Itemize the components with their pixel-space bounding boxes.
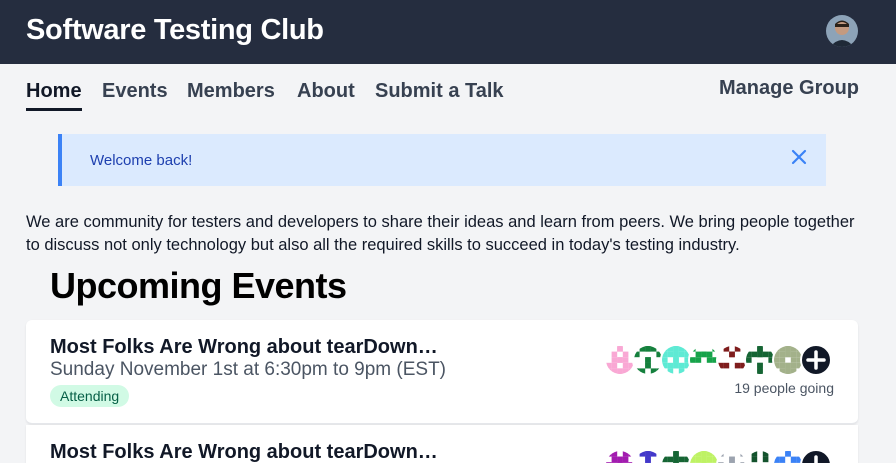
event-card[interactable]: Most Folks Are Wrong about tearDown… Sun… [26,320,858,424]
plus-icon [806,350,826,370]
attendee-avatar[interactable] [772,449,804,463]
going-count: 19 people going [734,380,834,396]
event-title[interactable]: Most Folks Are Wrong about tearDown… [50,441,438,463]
close-icon[interactable] [790,148,808,166]
attendee-avatars [604,449,836,463]
add-attendee-button[interactable] [800,449,832,463]
nav-events[interactable]: Events [102,80,168,103]
attendee-avatar[interactable] [744,449,776,463]
alert-message: Welcome back! [90,152,193,169]
event-card[interactable]: Most Folks Are Wrong about tearDown… [26,425,858,463]
attendee-avatar[interactable] [632,449,664,463]
plus-icon [814,455,818,463]
attendee-avatar[interactable] [688,449,720,463]
app-title[interactable]: Software Testing Club [26,14,324,47]
group-description: We are community for testers and develop… [26,213,855,254]
nav-members[interactable]: Members [187,80,275,103]
welcome-alert: Welcome back! [58,134,826,186]
attendee-avatar[interactable] [716,449,748,463]
event-title[interactable]: Most Folks Are Wrong about tearDown… [50,336,438,359]
user-avatar[interactable] [826,15,858,47]
attendee-avatar[interactable] [660,449,692,463]
nav-about[interactable]: About [297,80,355,103]
nav-active-indicator [26,108,82,111]
add-attendee-button[interactable] [800,344,832,376]
manage-group-link[interactable]: Manage Group [719,77,859,100]
attendee-avatars [604,344,836,376]
upcoming-events-heading: Upcoming Events [50,265,347,306]
nav-submit-talk[interactable]: Submit a Talk [375,80,504,103]
top-bar: Software Testing Club [0,0,896,64]
event-date: Sunday November 1st at 6:30pm to 9pm (ES… [50,359,447,380]
attendee-avatar[interactable] [604,449,636,463]
user-avatar-image [826,15,858,47]
nav-home[interactable]: Home [26,80,82,103]
attending-badge: Attending [50,385,130,407]
